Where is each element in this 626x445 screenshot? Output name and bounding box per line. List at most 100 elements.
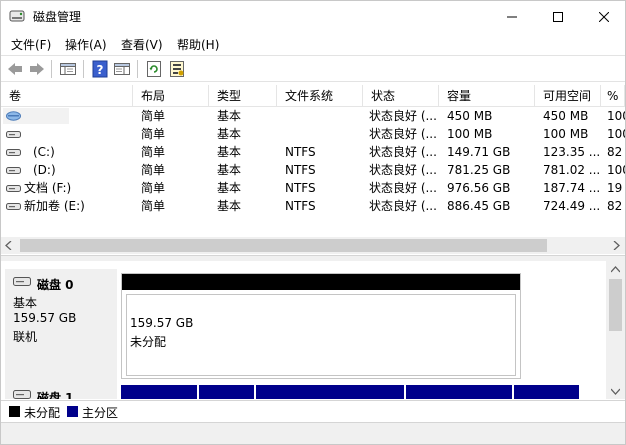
maximize-button[interactable] bbox=[535, 1, 581, 32]
cell-type: 基本 bbox=[217, 199, 242, 213]
cell-capacity: 886.45 GB bbox=[447, 199, 511, 213]
close-button[interactable] bbox=[581, 1, 626, 32]
cell-status: 状态良好 (... bbox=[369, 127, 437, 141]
disk-0-unallocated-partition[interactable]: 159.57 GB 未分配 bbox=[121, 273, 521, 379]
disk-1-partition-bars bbox=[121, 385, 581, 399]
table-row[interactable]: 新加卷 (E:) 简单 基本 NTFS 状态良好 (... 886.45 GB … bbox=[1, 197, 625, 215]
cell-filesystem: NTFS bbox=[285, 199, 316, 213]
column-header-status[interactable]: 状态 bbox=[363, 85, 439, 107]
table-row[interactable]: (D:) 简单 基本 NTFS 状态良好 (... 781.25 GB 781.… bbox=[1, 161, 625, 179]
cell-layout: 简单 bbox=[141, 127, 166, 141]
cell-type: 基本 bbox=[217, 163, 242, 177]
cell-capacity: 149.71 GB bbox=[447, 145, 511, 159]
table-row[interactable]: 简单 基本 状态良好 (... 100 MB 100 MB 100 bbox=[1, 125, 625, 143]
cell-layout: 简单 bbox=[141, 109, 166, 123]
cell-percent-free: 100 bbox=[607, 109, 625, 123]
refresh-icon[interactable] bbox=[145, 60, 163, 78]
cell-capacity: 976.56 GB bbox=[447, 181, 511, 195]
cell-percent-free: 82 bbox=[607, 199, 623, 213]
disk-1-partition[interactable] bbox=[256, 385, 406, 399]
toolbar: ? bbox=[1, 55, 625, 82]
scroll-up-icon[interactable] bbox=[611, 266, 620, 274]
cell-filesystem: NTFS bbox=[285, 145, 316, 159]
column-header-layout[interactable]: 布局 bbox=[133, 85, 209, 107]
table-row[interactable]: 简单 基本 状态良好 (... 450 MB 450 MB 100 bbox=[1, 107, 625, 125]
disk-0-status: 联机 bbox=[13, 330, 38, 344]
disk-1-partition[interactable] bbox=[199, 385, 256, 399]
column-header-percent-free[interactable]: % bbox=[601, 85, 625, 107]
scroll-left-icon[interactable] bbox=[5, 241, 13, 250]
menu-view[interactable]: 查看(V) bbox=[121, 36, 163, 53]
horizontal-scrollbar-thumb[interactable] bbox=[20, 239, 547, 252]
minimize-icon bbox=[507, 16, 517, 17]
disk-1-partition[interactable] bbox=[121, 385, 199, 399]
table-row[interactable]: 文档 (F:) 简单 基本 NTFS 状态良好 (... 976.56 GB 1… bbox=[1, 179, 625, 197]
column-header-volume[interactable]: 卷 bbox=[1, 85, 133, 107]
cell-type: 基本 bbox=[217, 127, 242, 141]
vertical-scrollbar-thumb[interactable] bbox=[609, 279, 622, 331]
show-hide-action-pane-icon[interactable] bbox=[113, 60, 131, 78]
close-icon bbox=[599, 11, 609, 22]
cell-status: 状态良好 (... bbox=[369, 199, 437, 213]
disk-1-label-panel[interactable]: 磁盘 1 bbox=[5, 381, 117, 399]
minimize-button[interactable] bbox=[489, 1, 535, 32]
partition-label: 未分配 bbox=[130, 335, 167, 349]
window-title: 磁盘管理 bbox=[33, 10, 82, 24]
cell-layout: 简单 bbox=[141, 199, 166, 213]
disk-0-type: 基本 bbox=[13, 296, 38, 310]
cell-type: 基本 bbox=[217, 181, 242, 195]
disk-management-app-icon bbox=[9, 10, 25, 22]
disk-management-window: 磁盘管理 文件(F) 操作(A) 查看(V) 帮助(H) ? 卷 布局 类型 文… bbox=[0, 0, 626, 445]
scroll-down-icon[interactable] bbox=[611, 387, 620, 395]
cell-percent-free: 82 bbox=[607, 145, 623, 159]
cell-capacity: 450 MB bbox=[447, 109, 493, 123]
help-icon[interactable]: ? bbox=[91, 60, 109, 78]
cell-filesystem bbox=[277, 107, 363, 125]
cell-layout: 简单 bbox=[141, 145, 166, 159]
console-tree-icon[interactable] bbox=[59, 60, 77, 78]
column-header-type[interactable]: 类型 bbox=[209, 85, 277, 107]
cell-filesystem: NTFS bbox=[285, 163, 316, 177]
cell-status: 状态良好 (... bbox=[369, 145, 437, 159]
horizontal-scrollbar[interactable] bbox=[1, 237, 625, 254]
forward-arrow-icon[interactable] bbox=[28, 60, 46, 78]
disk-0-label-panel[interactable]: 磁盘 0 基本 159.57 GB 联机 bbox=[5, 269, 117, 381]
legend-label-primary: 主分区 bbox=[82, 406, 119, 420]
column-header-free-space[interactable]: 可用空间 bbox=[535, 85, 601, 107]
legend-swatch-unallocated bbox=[9, 406, 20, 417]
drive-icon bbox=[6, 131, 21, 138]
menu-help[interactable]: 帮助(H) bbox=[177, 36, 219, 53]
menu-action[interactable]: 操作(A) bbox=[65, 36, 107, 53]
svg-text:?: ? bbox=[97, 63, 104, 77]
column-header-filesystem[interactable]: 文件系统 bbox=[277, 85, 363, 107]
column-header-capacity[interactable]: 容量 bbox=[439, 85, 535, 107]
cell-free-space: 724.49 ... bbox=[543, 199, 601, 213]
cell-volume: 新加卷 (E:) bbox=[24, 199, 85, 213]
cell-status: 状态良好 (... bbox=[369, 181, 437, 195]
drive-icon bbox=[6, 167, 21, 174]
partition-size: 159.57 GB bbox=[130, 316, 194, 330]
menu-file[interactable]: 文件(F) bbox=[11, 36, 51, 53]
scroll-right-icon[interactable] bbox=[612, 241, 620, 250]
drive-icon bbox=[6, 149, 21, 156]
title-bar[interactable]: 磁盘管理 bbox=[1, 1, 625, 32]
cell-status: 状态良好 (... bbox=[369, 163, 437, 177]
cell-free-space: 123.35 ... bbox=[543, 145, 601, 159]
menu-bar: 文件(F) 操作(A) 查看(V) 帮助(H) bbox=[1, 32, 625, 54]
table-row[interactable]: (C:) 简单 基本 NTFS 状态良好 (... 149.71 GB 123.… bbox=[1, 143, 625, 161]
back-arrow-icon[interactable] bbox=[6, 60, 24, 78]
partition-body: 159.57 GB 未分配 bbox=[126, 294, 516, 376]
cell-filesystem bbox=[277, 125, 363, 143]
toolbar-separator bbox=[137, 60, 138, 78]
properties-icon[interactable] bbox=[168, 60, 186, 78]
disk-1-partition[interactable] bbox=[406, 385, 514, 399]
cell-capacity: 781.25 GB bbox=[447, 163, 511, 177]
cell-percent-free: 100 bbox=[607, 163, 625, 177]
legend-bar: 未分配 主分区 bbox=[1, 400, 625, 422]
vertical-scrollbar[interactable] bbox=[606, 261, 625, 399]
disk-0-size: 159.57 GB bbox=[13, 311, 77, 325]
disk-1-partition[interactable] bbox=[514, 385, 581, 399]
cell-filesystem: NTFS bbox=[285, 181, 316, 195]
cell-layout: 简单 bbox=[141, 163, 166, 177]
cell-percent-free: 100 bbox=[607, 127, 625, 141]
